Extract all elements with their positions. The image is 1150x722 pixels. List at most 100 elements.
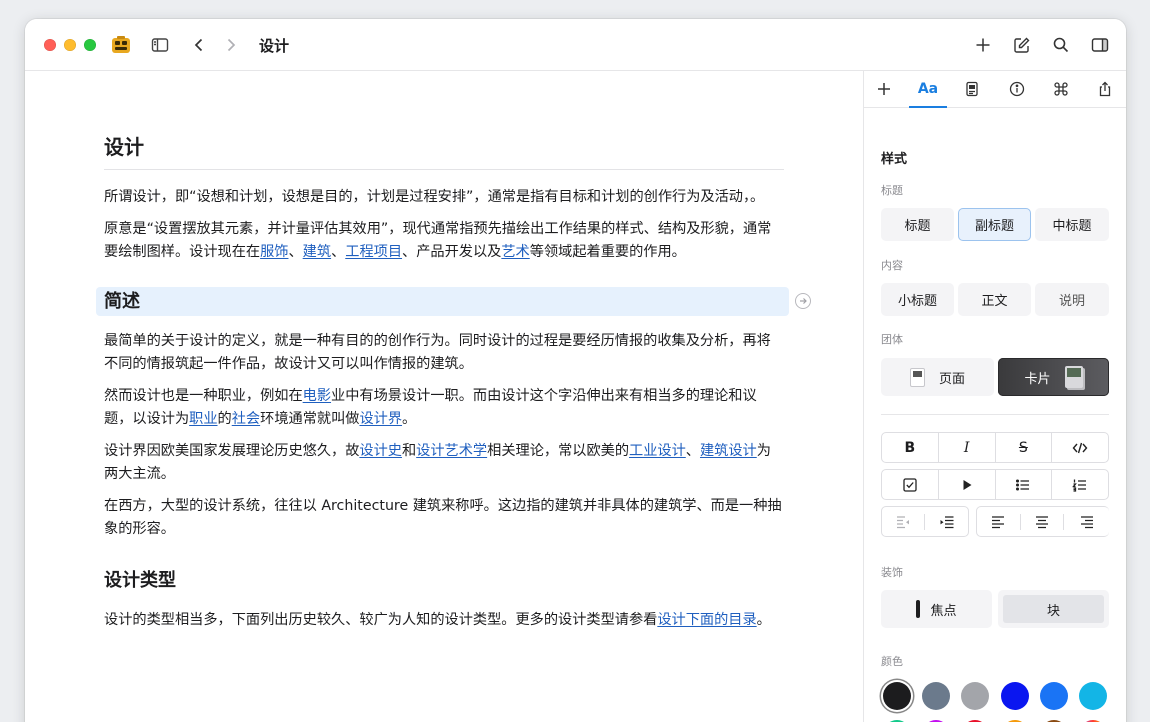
triangle-right-icon — [963, 479, 972, 490]
tab-shortcuts[interactable] — [1041, 76, 1081, 102]
tab-insert[interactable] — [864, 76, 904, 102]
group-option-page[interactable]: 页面 — [881, 358, 994, 396]
document-title[interactable]: 设计 — [104, 131, 784, 170]
align-center-icon — [1036, 515, 1048, 528]
zoom-window-button[interactable] — [84, 39, 96, 51]
tab-text-style[interactable]: Aa — [908, 76, 948, 108]
search-icon — [1053, 37, 1069, 53]
back-button[interactable] — [187, 33, 211, 57]
numbered-list-button[interactable] — [1052, 470, 1108, 499]
heading-option-title[interactable]: 标题 — [881, 208, 954, 241]
heading-label: 标题 — [881, 184, 903, 197]
image-document-icon — [966, 81, 978, 97]
align-left-button[interactable] — [977, 513, 1021, 530]
heading-option-medium[interactable]: 中标题 — [1035, 208, 1109, 241]
inspector-panel: Aa 样式 标题 标题 副标题 中标题 内容 小标题 正文 说明 团体 页面 卡… — [863, 71, 1126, 722]
strikethrough-button[interactable]: S — [996, 433, 1053, 462]
paragraph-history[interactable]: 设计界因欧美国家发展理论历史悠久，故设计史和设计艺术学相关理论，常以欧美的工业设… — [104, 440, 784, 486]
link-design-catalog[interactable]: 设计下面的目录 — [657, 612, 756, 628]
bold-button[interactable]: B — [882, 433, 939, 462]
bullet-list-icon — [1016, 478, 1030, 491]
title-bar: 设计 — [25, 19, 1126, 71]
link-industrial-design[interactable]: 工业设计 — [629, 443, 686, 459]
code-icon — [1072, 442, 1088, 453]
command-icon — [1054, 82, 1068, 96]
color-swatch[interactable] — [1000, 682, 1029, 710]
block-format-group — [881, 469, 1109, 500]
link-engineering[interactable]: 工程项目 — [345, 244, 402, 260]
color-swatch[interactable] — [883, 682, 911, 710]
sidebar-toggle-button[interactable] — [148, 33, 172, 57]
section-heading-overview[interactable]: 简述 — [96, 287, 811, 316]
compose-button[interactable] — [1010, 33, 1034, 57]
tab-share[interactable] — [1085, 76, 1125, 102]
alignment-group — [976, 506, 1109, 537]
info-icon — [1009, 81, 1025, 97]
link-design-history[interactable]: 设计史 — [359, 443, 402, 459]
search-button[interactable] — [1049, 33, 1073, 57]
group-label: 团体 — [881, 333, 903, 346]
window-title: 设计 — [259, 37, 290, 55]
indent-group — [881, 506, 969, 537]
content-option-subheading[interactable]: 小标题 — [881, 283, 954, 316]
tab-image[interactable] — [952, 76, 992, 102]
decoration-label: 装饰 — [881, 566, 903, 579]
divider — [881, 414, 1109, 415]
code-button[interactable] — [1052, 433, 1108, 462]
intro-paragraph-2[interactable]: 原意是“设置摆放其元素，并计量评估其效用”，现代通常指预先描绘出工作结果的样式、… — [104, 218, 784, 264]
align-center-button[interactable] — [1021, 513, 1065, 530]
forward-button[interactable] — [219, 33, 243, 57]
paragraph-west[interactable]: 在西方，大型的设计系统，往往以 Architecture 建筑来称呼。这边指的建… — [104, 495, 784, 541]
link-profession[interactable]: 职业 — [189, 411, 217, 427]
group-option-card[interactable]: 卡片 — [998, 358, 1109, 396]
editor-pane[interactable]: 设计 所谓设计，即“设想和计划，设想是目的，计划是过程安排”，通常是指有目标和计… — [25, 71, 863, 722]
link-society[interactable]: 社会 — [232, 411, 260, 427]
inspector-toggle-button[interactable] — [1088, 33, 1112, 57]
link-fashion[interactable]: 服饰 — [260, 244, 288, 260]
content-option-body[interactable]: 正文 — [958, 283, 1031, 316]
bullet-list-button[interactable] — [996, 470, 1053, 499]
section-heading-design-types[interactable]: 设计类型 — [104, 566, 784, 595]
add-button[interactable] — [971, 33, 995, 57]
document-body[interactable]: 设计 所谓设计，即“设想和计划，设想是目的，计划是过程安排”，通常是指有目标和计… — [96, 131, 811, 641]
app-logo-icon — [112, 36, 130, 53]
link-architecture[interactable]: 建筑 — [303, 244, 331, 260]
italic-button[interactable]: I — [939, 433, 996, 462]
align-right-button[interactable] — [1064, 514, 1109, 530]
outdent-button[interactable] — [882, 513, 926, 530]
checkbox-icon — [903, 477, 917, 492]
focus-bar-icon — [916, 600, 921, 618]
content-option-caption[interactable]: 说明 — [1035, 283, 1109, 316]
close-window-button[interactable] — [44, 39, 56, 51]
decoration-option-focus[interactable]: 焦点 — [881, 590, 992, 628]
decoration-option-block[interactable]: 块 — [1003, 595, 1104, 623]
indent-button[interactable] — [925, 514, 968, 530]
arrow-right-circle-icon[interactable] — [795, 293, 811, 309]
align-left-icon — [992, 515, 1005, 528]
align-right-icon — [1080, 515, 1093, 528]
card-icon — [1064, 366, 1083, 388]
app-window: 设计 设计 所谓设计，即“设想和计划，设想是目的，计划是过程安排”，通常是指有目… — [25, 19, 1126, 722]
intro-paragraph-1[interactable]: 所谓设计，即“设想和计划，设想是目的，计划是过程安排”，通常是指有目标和计划的创… — [104, 186, 784, 209]
inline-format-group: B I S — [881, 432, 1109, 463]
color-swatch[interactable] — [1079, 682, 1107, 710]
toggle-list-button[interactable] — [939, 470, 996, 499]
color-swatch[interactable] — [1039, 682, 1068, 710]
color-swatch[interactable] — [922, 682, 951, 710]
decoration-option-block-container[interactable]: 块 — [998, 590, 1109, 628]
compose-icon — [1014, 37, 1030, 53]
link-design-world[interactable]: 设计界 — [359, 411, 402, 427]
link-design-art-studies[interactable]: 设计艺术学 — [416, 443, 487, 459]
heading-option-subtitle[interactable]: 副标题 — [958, 208, 1031, 241]
paragraph-types[interactable]: 设计的类型相当多，下面列出历史较久、较广为人知的设计类型。更多的设计类型请参看设… — [104, 609, 784, 632]
paragraph-profession[interactable]: 然而设计也是一种职业，例如在电影业中有场景设计一职。而由设计这个字沿伸出来有相当… — [104, 385, 784, 431]
checklist-button[interactable] — [882, 470, 939, 499]
link-architectural-design[interactable]: 建筑设计 — [700, 443, 757, 459]
color-swatch[interactable] — [961, 682, 990, 710]
style-section-title: 样式 — [881, 152, 908, 167]
tab-info[interactable] — [997, 76, 1037, 102]
link-film[interactable]: 电影 — [303, 388, 331, 404]
paragraph-definition[interactable]: 最简单的关于设计的定义，就是一种有目的的创作行为。同时设计的过程是要经历情报的收… — [104, 330, 784, 376]
minimize-window-button[interactable] — [64, 39, 76, 51]
link-art[interactable]: 艺术 — [501, 244, 529, 260]
